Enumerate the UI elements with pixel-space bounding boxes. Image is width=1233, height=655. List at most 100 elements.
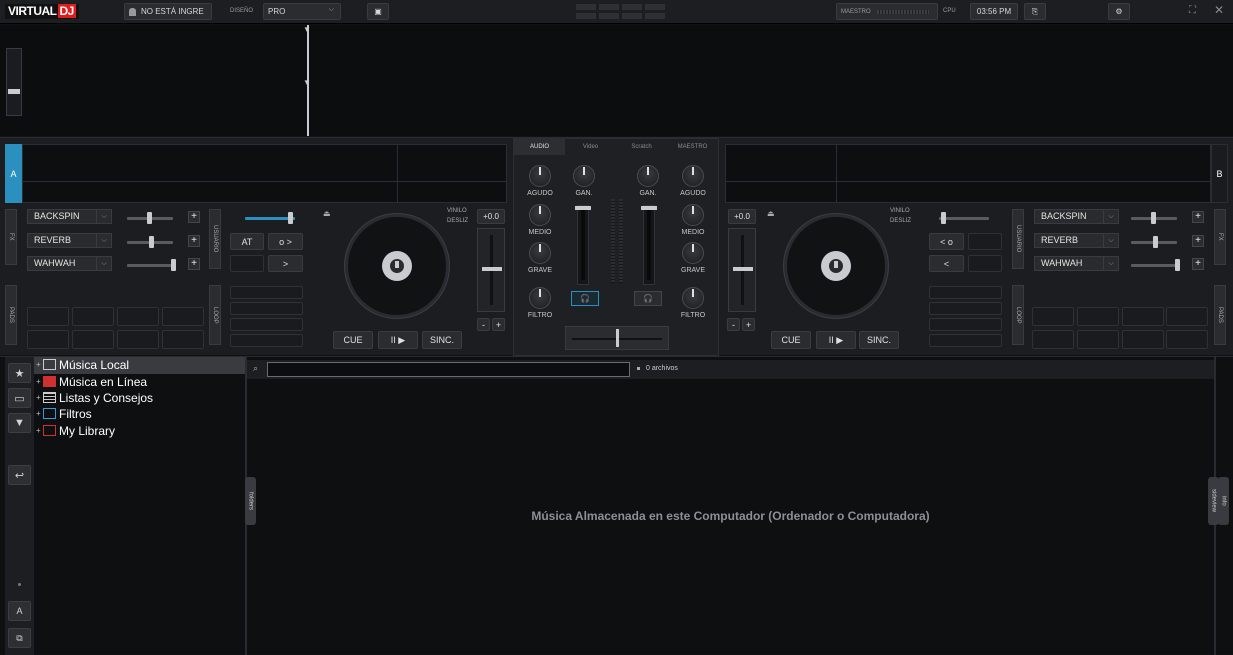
deck-b-indicator[interactable]: B <box>1211 144 1228 203</box>
deck-b-pad[interactable] <box>1032 330 1074 349</box>
deck-a-sync-button[interactable]: SINC. <box>422 331 462 349</box>
deck-b-fx-3-slider[interactable] <box>1131 259 1180 271</box>
deck-a-fx-1-add[interactable]: + <box>188 211 200 223</box>
layout-switcher[interactable] <box>576 4 666 20</box>
search-input[interactable] <box>267 362 630 377</box>
deck-b-pitch-minus[interactable]: - <box>727 318 740 331</box>
deck-b-pad[interactable] <box>1032 307 1074 326</box>
deck-a-pad[interactable] <box>72 307 114 326</box>
deck-a-pad[interactable] <box>162 307 204 326</box>
deck-b-user-slider[interactable] <box>939 212 989 224</box>
filter-icon[interactable]: ▼ <box>8 413 31 433</box>
deck-b-fx-1-slider[interactable] <box>1131 212 1177 224</box>
deck-b-jog-wheel[interactable] <box>784 214 888 318</box>
deck-a-vinyl-label[interactable]: VINILO <box>447 208 467 214</box>
deck-a-at-button[interactable]: AT <box>230 233 264 250</box>
deck-a-user-tab[interactable]: USUARIO <box>209 209 221 269</box>
deck-a-play-button[interactable]: II ▶ <box>378 331 418 349</box>
deck-a-fx-3[interactable]: WAHWAH ⌵ <box>27 256 112 271</box>
folder-icon[interactable]: ▭ <box>8 388 31 408</box>
deck-a-fx-tab[interactable]: FX <box>5 209 17 265</box>
deck-b-loop-slot[interactable] <box>929 286 1002 299</box>
fullscreen-icon[interactable]: ⛶ <box>1189 5 1196 16</box>
deck-a-pad[interactable] <box>27 330 69 349</box>
record-icon[interactable]: ⎘ <box>1024 3 1046 20</box>
eject-icon[interactable]: ⏏ <box>767 209 775 218</box>
close-icon[interactable]: ✕ <box>1214 3 1224 17</box>
master-volume[interactable]: MAESTRO <box>836 3 938 20</box>
deck-b-fx-2-add[interactable]: + <box>1192 235 1204 247</box>
deck-b-pad[interactable] <box>1077 307 1119 326</box>
deck-b-treble-knob[interactable] <box>682 165 704 187</box>
deck-a-waveform[interactable] <box>22 144 507 203</box>
deck-b-pad[interactable] <box>1166 330 1208 349</box>
deck-a-pad[interactable] <box>162 330 204 349</box>
deck-b-pad[interactable] <box>1122 307 1164 326</box>
deck-b-fx-3[interactable]: WAHWAH ⌵ <box>1034 256 1119 271</box>
tree-item-listas-y-consejos[interactable]: + Listas y Consejos <box>34 390 246 406</box>
deck-b-cue-button[interactable]: CUE <box>771 331 811 349</box>
deck-b-fx-2[interactable]: REVERB ⌵ <box>1034 233 1119 248</box>
window-icon[interactable]: ⧉ <box>8 628 31 648</box>
deck-a-cue-button[interactable]: CUE <box>333 331 373 349</box>
star-icon[interactable]: ★ <box>8 363 31 383</box>
deck-b-pad[interactable] <box>1077 330 1119 349</box>
deck-b-loop-tab[interactable]: LOOP <box>1012 285 1024 345</box>
deck-b-user-slot[interactable] <box>968 233 1002 250</box>
deck-b-slip-label[interactable]: DESLIZ <box>890 218 911 224</box>
deck-a-loop-slot[interactable] <box>230 334 303 347</box>
deck-b-loop-slot[interactable] <box>929 318 1002 331</box>
deck-b-sync-button[interactable]: SINC. <box>859 331 899 349</box>
deck-b-prev-button[interactable]: < <box>929 255 964 272</box>
deck-a-user-slot[interactable] <box>230 255 264 272</box>
deck-a-volume-fader[interactable] <box>575 205 591 285</box>
deck-a-bass-knob[interactable] <box>529 242 551 264</box>
tab-master[interactable]: MAESTRO <box>667 139 718 155</box>
deck-b-play-button[interactable]: II ▶ <box>816 331 856 349</box>
deck-a-loop-slot[interactable] <box>230 286 303 299</box>
info-tab[interactable]: info <box>1218 477 1229 525</box>
deck-b-mid-knob[interactable] <box>682 204 704 226</box>
deck-a-fx-1-slider[interactable] <box>127 212 173 224</box>
deck-b-fx-1[interactable]: BACKSPIN ⌵ <box>1034 209 1119 224</box>
deck-a-fx-3-slider[interactable] <box>127 259 176 271</box>
deck-a-pitch-plus[interactable]: + <box>492 318 505 331</box>
deck-a-slip-label[interactable]: DESLIZ <box>447 218 468 224</box>
deck-b-loop-slot[interactable] <box>929 334 1002 347</box>
zoom-slider[interactable] <box>6 48 22 116</box>
deck-b-filter-knob[interactable] <box>682 287 704 309</box>
deck-b-headphones-icon[interactable]: 🎧 <box>634 291 662 306</box>
deck-a-pad[interactable] <box>27 307 69 326</box>
tree-item-filtros[interactable]: + Filtros <box>34 406 246 422</box>
deck-b-gain-knob[interactable] <box>637 165 659 187</box>
deck-a-filter-knob[interactable] <box>529 287 551 309</box>
deck-a-loop-forward-button[interactable]: o > <box>268 233 303 250</box>
tree-item-musica-en-linea[interactable]: + Música en Línea <box>34 374 246 390</box>
deck-b-user-slot[interactable] <box>968 255 1002 272</box>
deck-a-fx-2-slider[interactable] <box>127 236 173 248</box>
deck-b-vinyl-label[interactable]: VINILO <box>890 208 910 214</box>
tree-item-musica-local[interactable]: + Música Local <box>34 357 246 373</box>
deck-a-loop-tab[interactable]: LOOP <box>209 285 221 345</box>
gear-icon[interactable]: ⚙ <box>1108 3 1130 20</box>
deck-a-loop-slot[interactable] <box>230 318 303 331</box>
deck-a-user-slider[interactable] <box>245 212 295 224</box>
deck-b-pitch-slider[interactable] <box>728 228 756 312</box>
tab-scratch[interactable]: Scratch <box>616 139 667 155</box>
deck-a-headphones-icon[interactable]: 🎧 <box>571 291 599 306</box>
deck-a-fx-2[interactable]: REVERB ⌵ <box>27 233 112 248</box>
deck-b-fx-2-slider[interactable] <box>1131 236 1177 248</box>
tree-item-my-library[interactable]: + My Library <box>34 423 246 439</box>
eject-icon[interactable]: ⏏ <box>323 209 331 218</box>
cube-icon[interactable]: ▣ <box>367 3 389 20</box>
deck-a-indicator[interactable]: A <box>5 144 22 203</box>
deck-b-fx-tab[interactable]: FX <box>1214 209 1226 265</box>
deck-a-gain-knob[interactable] <box>573 165 595 187</box>
login-button[interactable]: NO ESTÁ INGRE <box>124 3 212 20</box>
deck-a-fx-1[interactable]: BACKSPIN ⌵ <box>27 209 112 224</box>
deck-a-mid-knob[interactable] <box>529 204 551 226</box>
deck-a-fx-3-add[interactable]: + <box>188 258 200 270</box>
deck-b-fx-1-add[interactable]: + <box>1192 211 1204 223</box>
deck-a-pad[interactable] <box>117 330 159 349</box>
design-select[interactable]: PRO ⌵ <box>263 3 341 20</box>
